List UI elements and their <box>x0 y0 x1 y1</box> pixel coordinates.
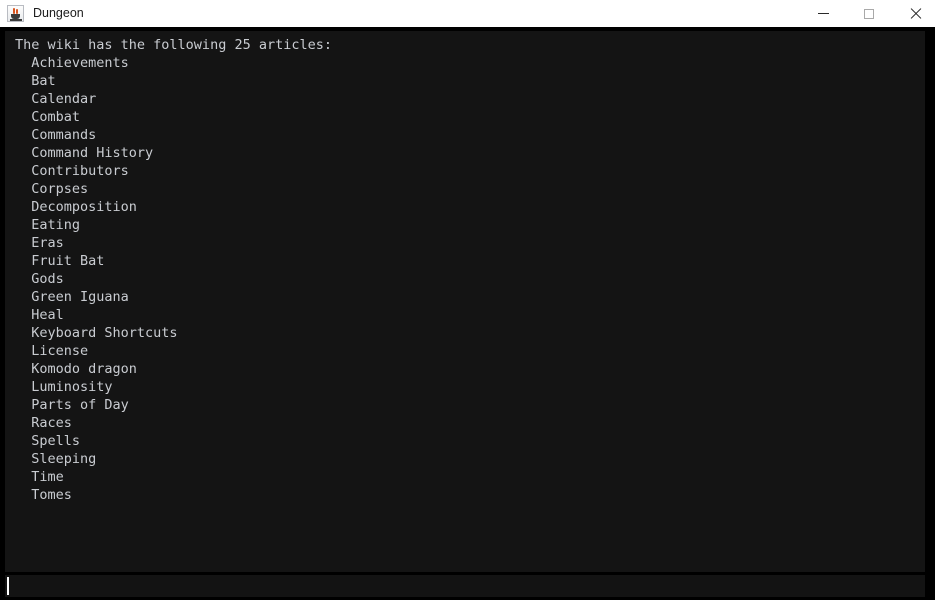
maximize-button[interactable] <box>846 0 892 27</box>
command-input-row[interactable] <box>5 575 925 597</box>
titlebar: Dungeon <box>0 0 938 27</box>
close-icon <box>909 8 921 20</box>
dungeon-application-window: Dungeon The wiki has the following 25 ar… <box>0 0 938 600</box>
minimize-button[interactable] <box>800 0 846 27</box>
maximize-icon <box>864 8 874 19</box>
close-button[interactable] <box>892 0 938 27</box>
java-coffee-cup-icon <box>7 5 24 22</box>
java-icon-saucer <box>10 19 22 21</box>
console-output-text: The wiki has the following 25 articles: … <box>15 37 332 503</box>
text-cursor <box>7 577 9 595</box>
window-frame: The wiki has the following 25 articles: … <box>0 27 938 600</box>
console-output-area[interactable]: The wiki has the following 25 articles: … <box>5 31 925 572</box>
window-title: Dungeon <box>33 6 84 20</box>
titlebar-left-group: Dungeon <box>0 0 84 27</box>
window-controls <box>800 0 938 27</box>
minimize-icon <box>817 13 829 14</box>
